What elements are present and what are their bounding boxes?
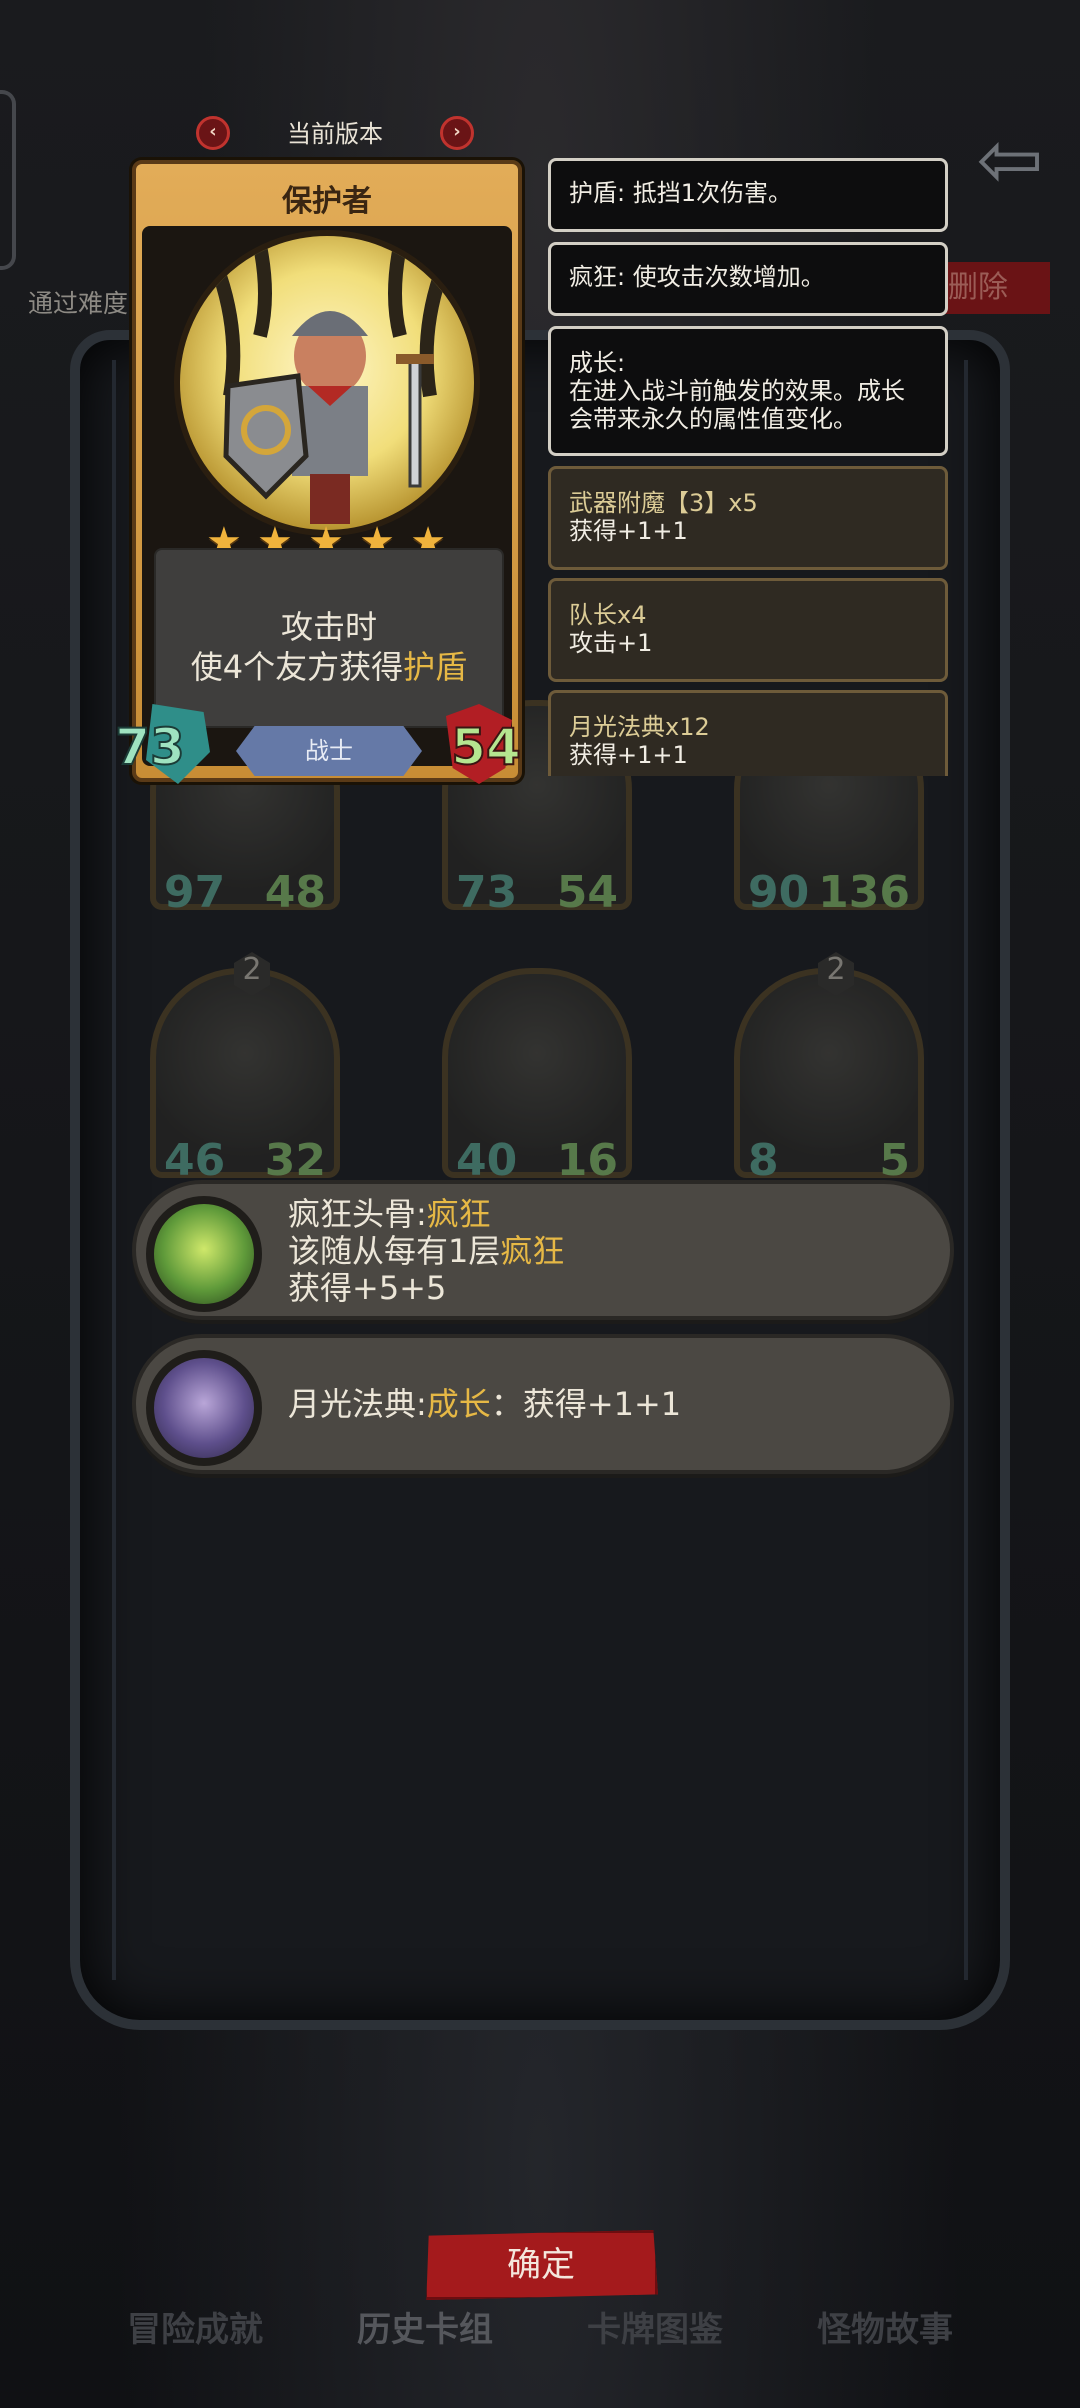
minion-attack: 97 [164,867,226,918]
buff-name: 武器附魔【3】x5 [569,489,758,517]
chevron-left-icon[interactable]: ‹ [196,116,230,150]
keyword-shield[interactable]: 护盾 [403,648,467,686]
hero-card: 保护者 ★ ★ ★ ★ ★ 攻击时 使4个友方获得护盾 73 54 战士 [114,160,522,784]
keyword-growth[interactable]: 成长 [427,1385,491,1423]
left-edge-frame [0,90,16,270]
relic-line: 获得+5+5 [288,1269,447,1307]
tab-card-collection[interactable]: 卡牌图鉴 [587,2300,723,2360]
minion-health: 32 [264,1135,326,1186]
keyword-frenzy[interactable]: 疯狂 [427,1195,491,1233]
buff-entry: 月光法典x12 获得+1+1 [548,690,948,776]
difficulty-label: 通过难度 [28,289,129,318]
card-class-banner: 战士 [236,726,422,776]
card-health: 54 [450,717,522,777]
tab-monster-stories[interactable]: 怪物故事 [817,2300,953,2360]
minion-attack: 40 [456,1135,518,1186]
buff-effect: 攻击+1 [569,629,653,657]
card-name: 保护者 [282,184,372,219]
buff-name: 队长x4 [569,601,647,629]
keyword-tooltip-growth: 成长: 在进入战斗前触发的效果。成长会带来永久的属性值变化。 [548,326,948,456]
mad-skull-icon [146,1196,262,1312]
minion-health: 54 [556,867,618,918]
minion-attack: 73 [456,867,518,918]
back-arrow-icon[interactable]: ⇦ [975,120,1045,200]
keyword-tooltip-shield: 护盾: 抵挡1次伤害。 [548,158,948,232]
tab-adventure-achievements[interactable]: 冒险成就 [127,2300,263,2360]
delete-button[interactable]: 删除 [930,262,1050,314]
chevron-right-icon[interactable]: › [440,116,474,150]
minion-attack: 8 [748,1135,779,1186]
minion-health: 5 [879,1135,910,1186]
buff-name: 月光法典x12 [569,713,710,741]
minion-health: 48 [264,867,326,918]
relic-description: 月光法典:成长：获得+1+1 [288,1386,681,1423]
tab-history-decks[interactable]: 历史卡组 [357,2300,493,2360]
relic-effect: ：获得+1+1 [490,1385,682,1423]
card-description: 攻击时 使4个友方获得护盾 [154,548,504,728]
buff-entry: 武器附魔【3】x5 获得+1+1 [548,466,948,570]
relic-name: 月光法典: [288,1385,427,1423]
buff-effect: 获得+1+1 [569,517,688,545]
relic-line: 该随从每有1层疯狂 [288,1233,564,1270]
moonlight-tome-icon [146,1350,262,1466]
buff-effect: 获得+1+1 [569,741,688,769]
description-line: 使4个友方获得护盾 [156,642,502,688]
minion-card[interactable]: 40 16 [442,968,632,1186]
relic-description: 疯狂头骨:疯狂 该随从每有1层疯狂 获得+5+5 [288,1196,564,1307]
bottom-tab-bar: 冒险成就 历史卡组 卡牌图鉴 怪物故事 [80,2300,1000,2360]
relic-row-mad-skull[interactable]: 疯狂头骨:疯狂 该随从每有1层疯狂 获得+5+5 [132,1180,954,1320]
minion-health: 16 [556,1135,618,1186]
version-label: 当前版本 [287,120,383,148]
relic-name: 疯狂头骨: [288,1195,427,1233]
relic-row-moonlight-tome[interactable]: 月光法典:成长：获得+1+1 [132,1334,954,1474]
card-attack: 73 [114,717,186,777]
minion-attack: 46 [164,1135,226,1186]
confirm-button[interactable]: 确定 [426,2230,658,2300]
buff-entry: 队长x4 攻击+1 [548,578,948,682]
keyword-tooltip-frenzy: 疯狂: 使攻击次数增加。 [548,242,948,316]
description-text: 使4个友方获得 [190,648,404,686]
relic-line: 疯狂头骨:疯狂 [288,1196,564,1233]
relic-text: 该随从每有1层 [288,1232,501,1270]
minion-card[interactable]: 2 46 32 [150,952,340,1186]
protector-illustration [213,244,447,524]
minion-card[interactable]: 2 8 5 [734,952,924,1186]
card-portrait [174,230,480,536]
keyword-frenzy[interactable]: 疯狂 [500,1232,564,1270]
minion-attack: 90 [748,867,810,918]
minion-health: 136 [818,867,910,918]
